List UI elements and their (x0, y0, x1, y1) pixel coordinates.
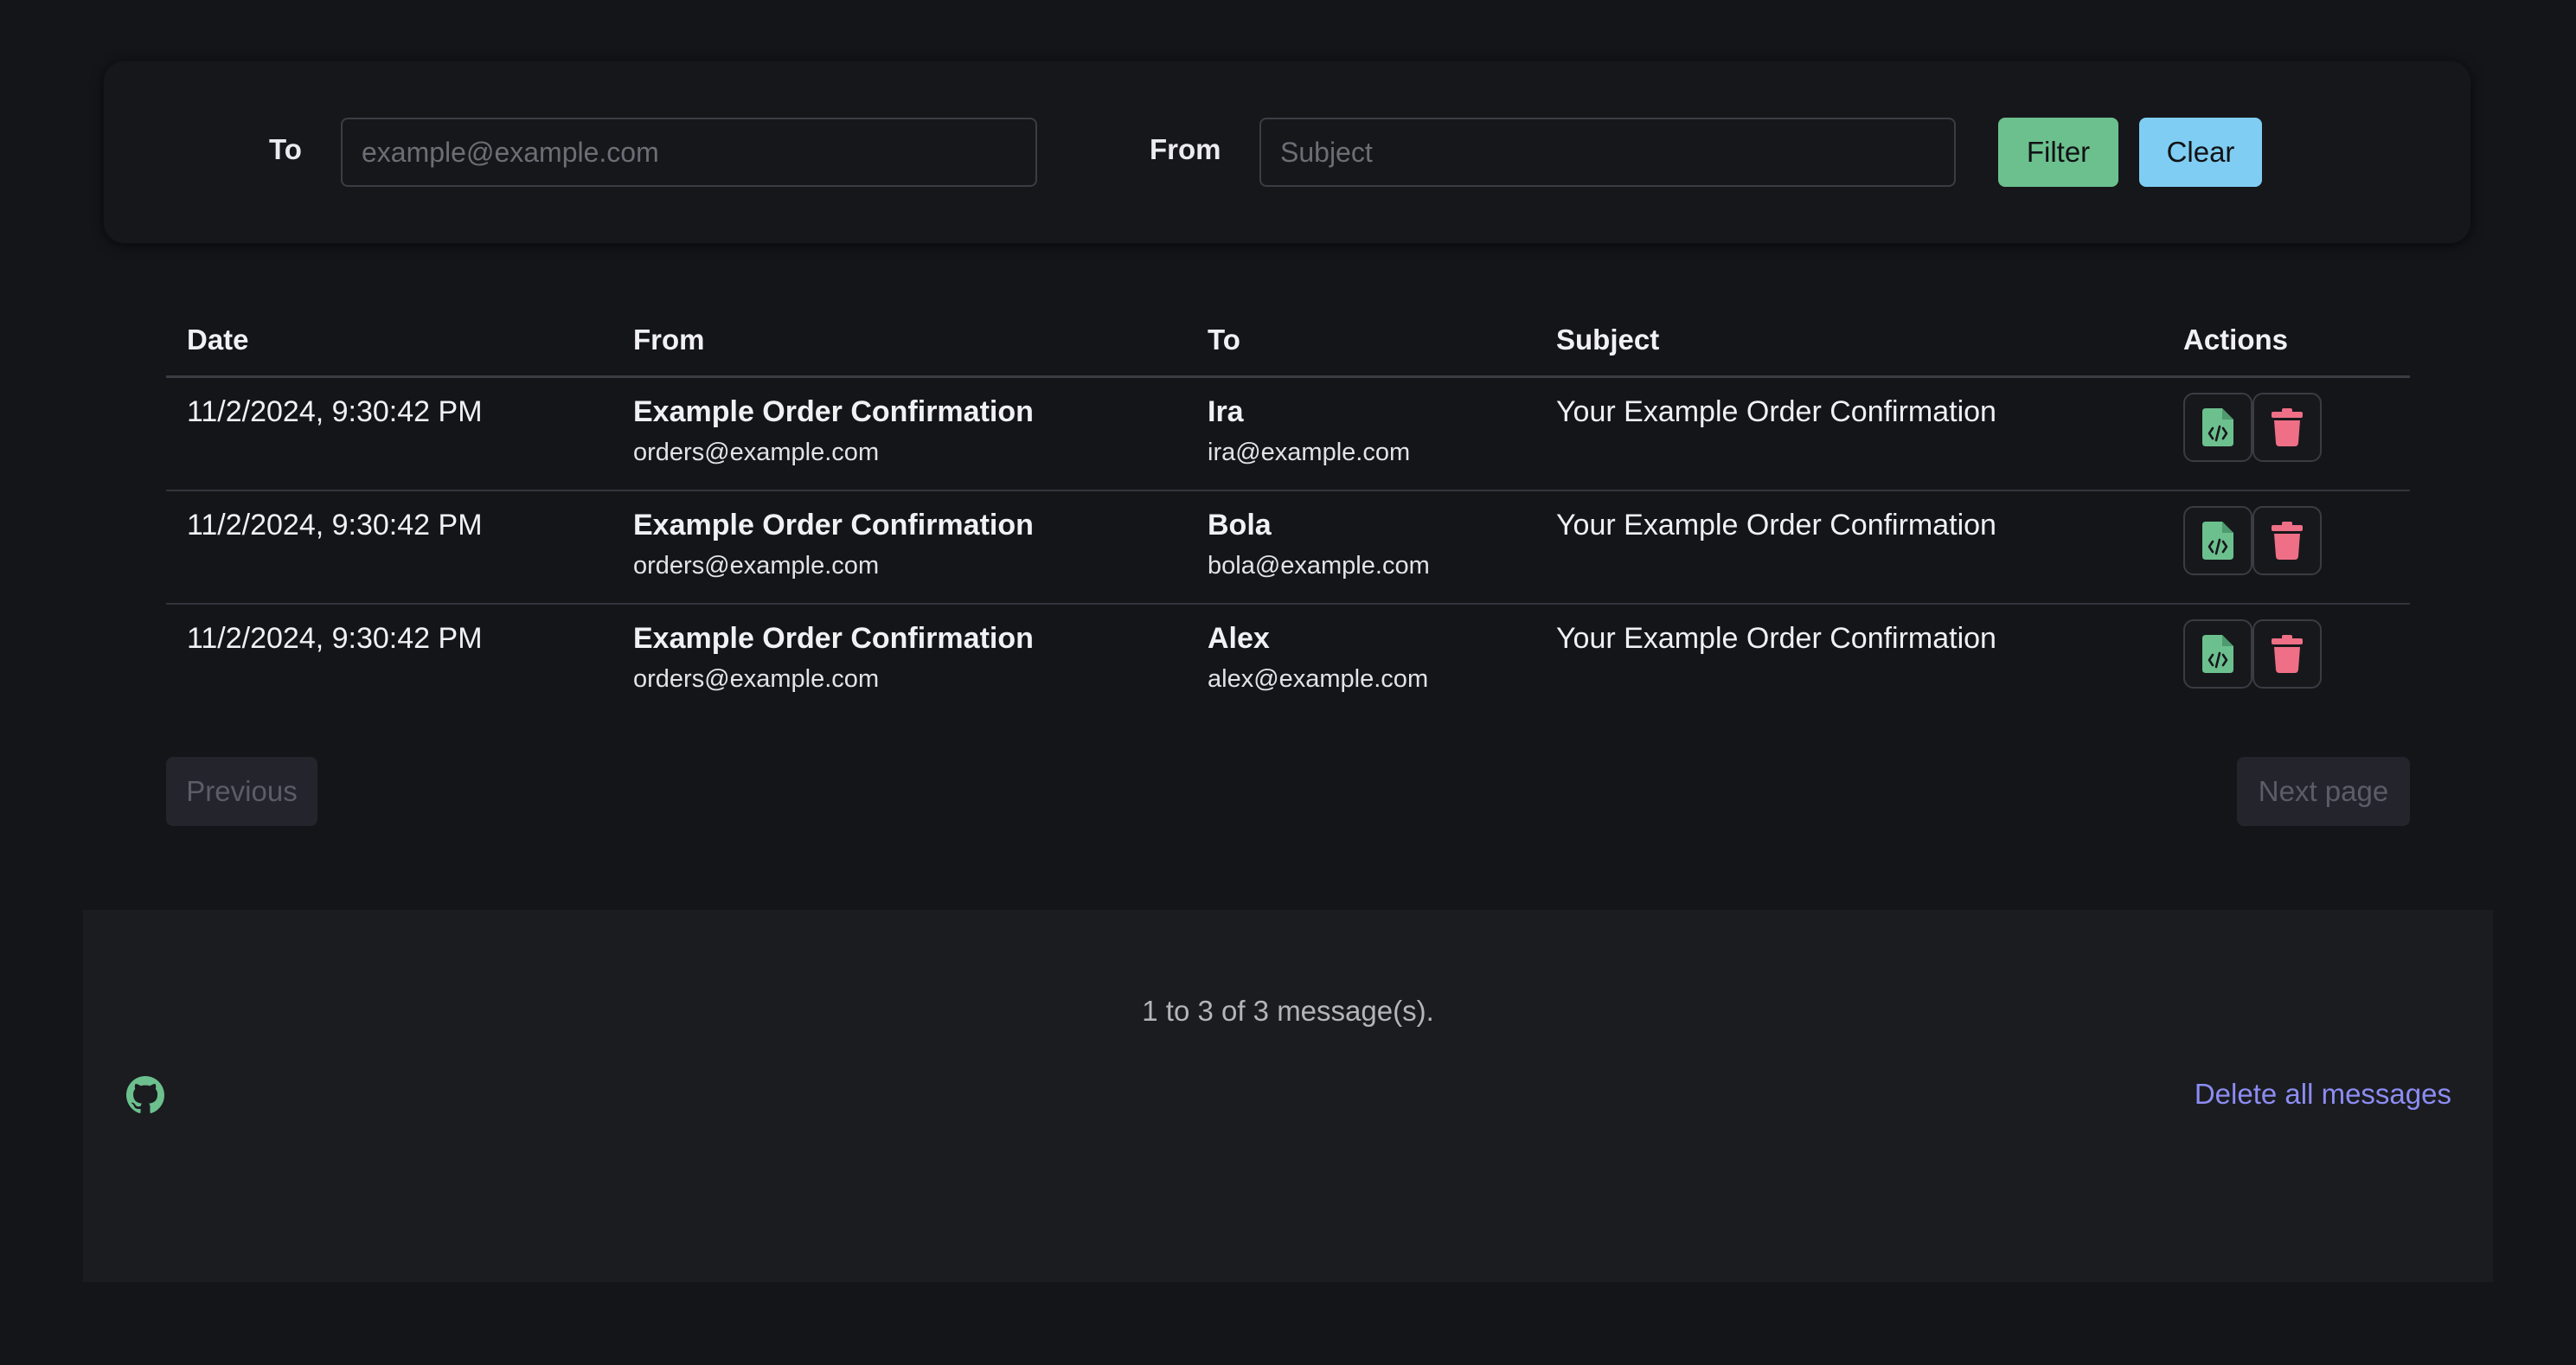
row-date: 11/2/2024, 9:30:42 PM (187, 622, 483, 655)
trash-icon (2272, 522, 2303, 560)
row-from-name: Example Order Confirmation (633, 622, 1034, 655)
header-to: To (1208, 324, 1240, 356)
to-input[interactable] (341, 118, 1037, 187)
header-actions: Actions (2183, 324, 2289, 356)
from-input[interactable] (1259, 118, 1956, 187)
row-subject: Your Example Order Confirmation (1556, 395, 1996, 428)
table-row[interactable]: 11/2/2024, 9:30:42 PM Example Order Conf… (166, 605, 2410, 716)
message-count: 1 to 3 of 3 message(s). (1142, 995, 1434, 1027)
view-html-button[interactable] (2183, 619, 2252, 689)
filter-card: To From Filter Clear (104, 61, 2470, 243)
table-row[interactable]: 11/2/2024, 9:30:42 PM Example Order Conf… (166, 378, 2410, 491)
row-subject: Your Example Order Confirmation (1556, 509, 1996, 542)
table-row[interactable]: 11/2/2024, 9:30:42 PM Example Order Conf… (166, 491, 2410, 605)
view-html-icon (2202, 522, 2233, 560)
delete-all-messages-link[interactable]: Delete all messages (2195, 1078, 2451, 1111)
previous-button[interactable]: Previous (166, 757, 317, 826)
row-subject: Your Example Order Confirmation (1556, 622, 1996, 655)
delete-button[interactable] (2252, 619, 2322, 689)
row-to-email: alex@example.com (1208, 665, 1429, 693)
filter-button[interactable]: Filter (1998, 118, 2118, 187)
row-to-email: bola@example.com (1208, 552, 1430, 580)
row-from-name: Example Order Confirmation (633, 395, 1034, 428)
row-to-name: Alex (1208, 622, 1270, 655)
header-subject: Subject (1556, 324, 1660, 356)
view-html-icon (2202, 408, 2233, 446)
row-from-email: orders@example.com (633, 439, 880, 466)
to-label: To (269, 133, 302, 165)
delete-button[interactable] (2252, 506, 2322, 575)
from-label: From (1150, 133, 1221, 165)
github-icon[interactable] (126, 1076, 164, 1114)
table-header: Date From To Subject Actions (166, 311, 2410, 378)
view-html-icon (2202, 635, 2233, 673)
view-html-button[interactable] (2183, 506, 2252, 575)
next-page-button[interactable]: Next page (2237, 757, 2410, 826)
view-html-button[interactable] (2183, 393, 2252, 462)
row-to-name: Bola (1208, 509, 1272, 542)
delete-button[interactable] (2252, 393, 2322, 462)
footer: 1 to 3 of 3 message(s). Delete all messa… (83, 910, 2493, 1282)
header-date: Date (187, 324, 249, 356)
clear-button[interactable]: Clear (2139, 118, 2262, 187)
trash-icon (2272, 635, 2303, 673)
header-from: From (633, 324, 705, 356)
messages-table: Date From To Subject Actions 11/2/2024, … (166, 311, 2410, 716)
trash-icon (2272, 408, 2303, 446)
row-date: 11/2/2024, 9:30:42 PM (187, 395, 483, 428)
row-from-email: orders@example.com (633, 665, 880, 693)
page: To From Filter Clear Date From To Subjec… (0, 0, 2576, 1365)
row-to-email: ira@example.com (1208, 439, 1411, 466)
row-date: 11/2/2024, 9:30:42 PM (187, 509, 483, 542)
row-from-name: Example Order Confirmation (633, 509, 1034, 542)
row-to-name: Ira (1208, 395, 1244, 428)
row-from-email: orders@example.com (633, 552, 880, 580)
